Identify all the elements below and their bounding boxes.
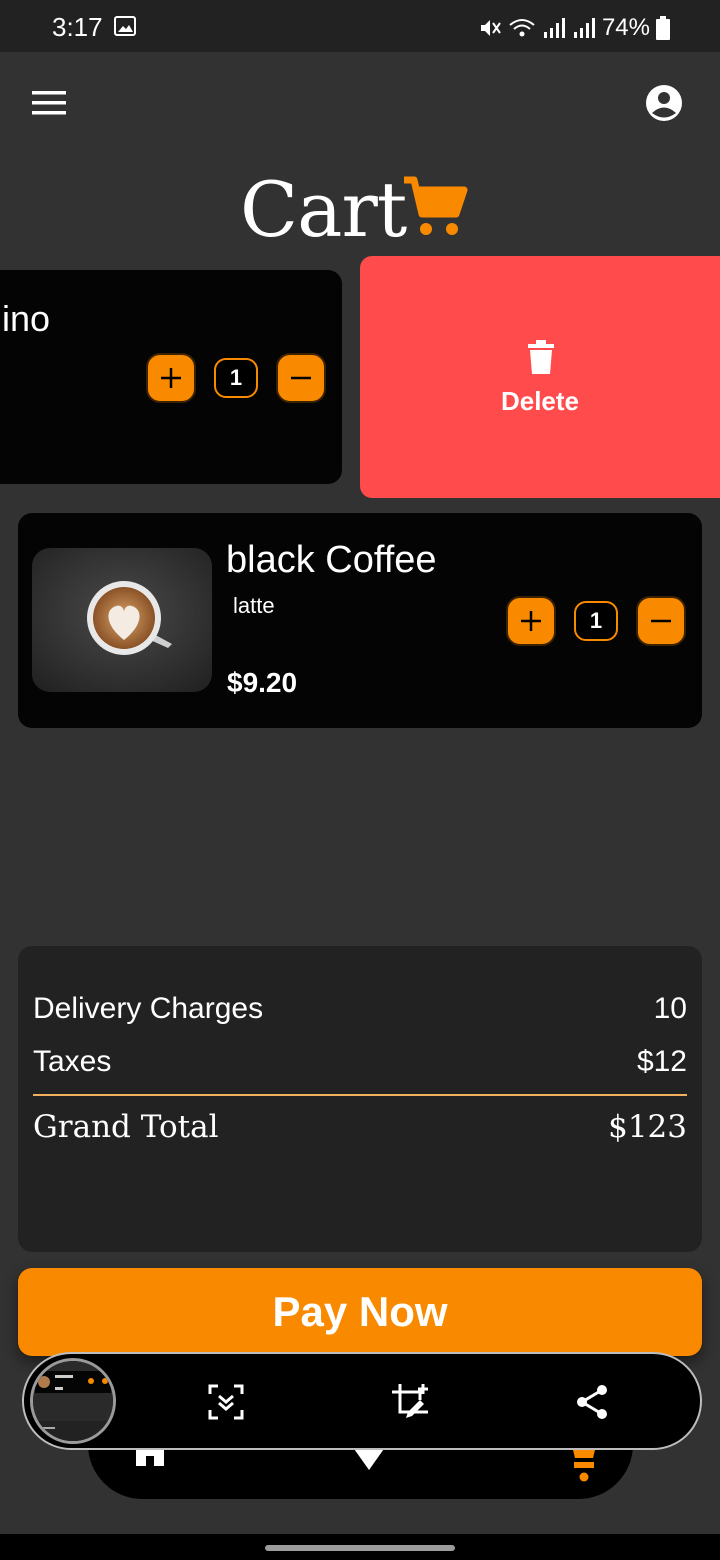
plus-icon [161,368,181,388]
gallery-icon [114,16,136,36]
page-title-text: Cart [240,165,407,254]
item-variant: latte [233,593,275,618]
total-label: Grand Total [33,1109,219,1145]
mute-icon [480,20,501,36]
total-row: Grand Total $123 [33,1109,687,1145]
delete-button[interactable]: Delete [360,256,720,498]
cart-item-swiped[interactable]: ino 1 [0,270,342,484]
screenshot-toolbar [22,1352,702,1450]
plus-icon [521,611,541,631]
minus-icon [291,376,311,380]
share-icon[interactable] [572,1382,612,1422]
quantity-value: 1 [574,601,618,641]
signal-icon-2 [573,18,595,38]
screenshot-thumbnail[interactable] [30,1358,116,1444]
status-time: 3:17 [52,12,103,42]
delete-label: Delete [500,386,580,416]
cart-icon [404,176,468,235]
signal-icon [543,18,565,38]
status-bar: 3:17 74% [0,0,720,52]
quantity-value: 1 [214,358,258,398]
battery-icon [656,16,670,40]
crop-edit-icon[interactable] [390,1382,430,1422]
trash-icon [528,340,554,374]
decrease-button[interactable] [276,353,326,403]
total-value: $123 [608,1109,687,1145]
item-name: ino [2,298,51,339]
pay-now-button[interactable]: Pay Now [18,1268,702,1356]
item-name: black Coffee [226,539,437,581]
home-indicator[interactable] [265,1545,455,1551]
order-summary: Delivery Charges 10 Taxes $12 Grand Tota… [18,946,702,1252]
page-title: Cart [240,166,480,250]
menu-icon[interactable] [32,90,66,116]
wifi-icon [509,19,535,37]
gesture-bar [0,1534,720,1560]
minus-icon [651,619,671,623]
quantity-stepper: 1 [506,596,686,646]
taxes-value: $12 [636,1045,687,1078]
item-price: $9.20 [227,667,298,698]
profile-icon[interactable] [645,84,683,122]
cart-item[interactable]: black Coffee latte $9.20 1 [18,513,702,728]
decrease-button[interactable] [636,596,686,646]
increase-button[interactable] [506,596,556,646]
battery-percent: 74% [601,14,650,41]
increase-button[interactable] [146,353,196,403]
delivery-value: 10 [653,992,687,1025]
taxes-row: Taxes $12 [33,1045,687,1079]
status-indicators: 74% [478,14,670,42]
taxes-label: Taxes [33,1045,112,1078]
quantity-stepper: 1 [146,353,326,403]
product-image [32,548,212,692]
delivery-row: Delivery Charges 10 [33,992,687,1026]
scroll-capture-icon[interactable] [206,1382,246,1422]
delivery-label: Delivery Charges [33,992,264,1025]
divider [33,1094,687,1096]
